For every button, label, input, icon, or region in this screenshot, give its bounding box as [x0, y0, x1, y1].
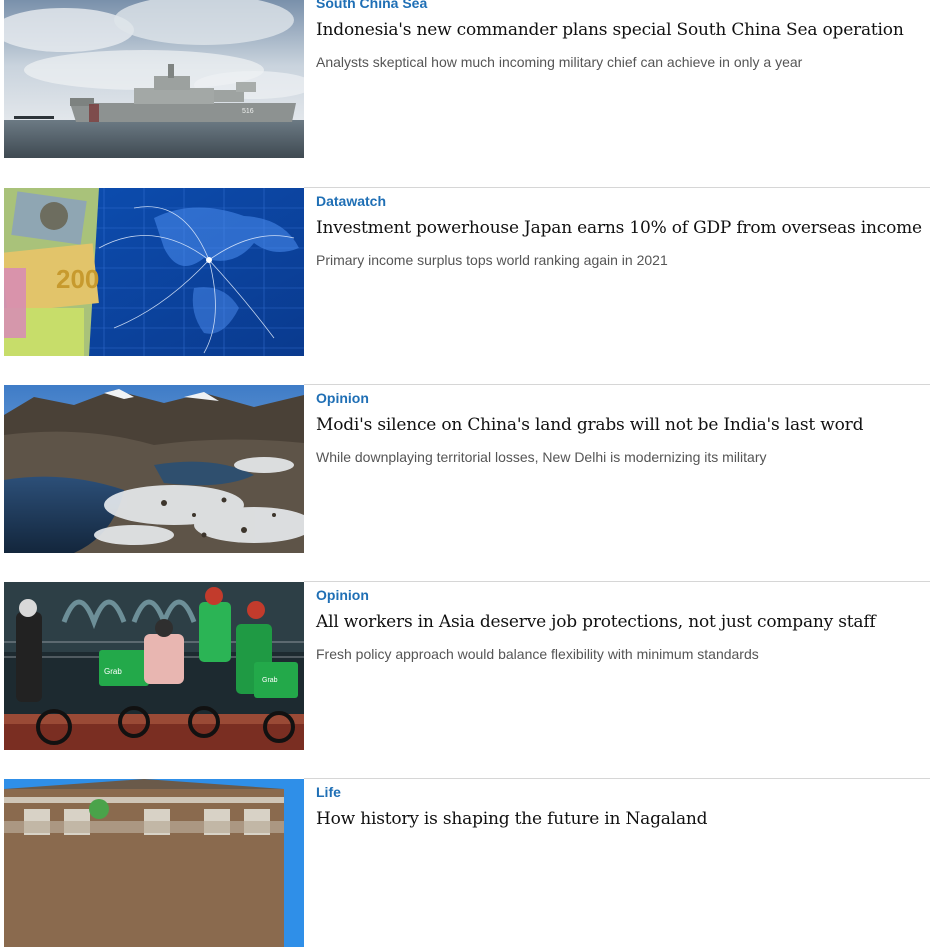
- headline-link[interactable]: Indonesia's new commander plans special …: [316, 19, 930, 41]
- category-link[interactable]: Datawatch: [316, 193, 386, 210]
- category-link[interactable]: Opinion: [316, 587, 369, 604]
- article-card[interactable]: 200 Datawatch Investment powerhouse Japa…: [4, 188, 930, 356]
- article-thumbnail-himalaya[interactable]: [4, 385, 304, 553]
- category-link[interactable]: Life: [316, 784, 341, 801]
- wooden-house-photo: [4, 779, 304, 947]
- himalayan-lake-photo: [4, 385, 304, 553]
- article-thumbnail-nagaland[interactable]: [4, 779, 304, 947]
- article-card[interactable]: 516 South China Sea Indonesia's new comm…: [4, 0, 930, 158]
- article-summary: While downplaying territorial losses, Ne…: [316, 449, 767, 465]
- article-thumbnail-delivery-riders[interactable]: Grab Grab: [4, 582, 304, 750]
- article-summary: Fresh policy approach would balance flex…: [316, 646, 759, 662]
- category-link[interactable]: South China Sea: [316, 0, 427, 12]
- article-thumbnail-currency-map[interactable]: 200: [4, 188, 304, 356]
- article-thumbnail-warship[interactable]: 516: [4, 0, 304, 158]
- headline-link[interactable]: Modi's silence on China's land grabs wil…: [316, 414, 930, 436]
- delivery-riders-photo: Grab Grab: [4, 582, 304, 750]
- article-text: Opinion Modi's silence on China's land g…: [316, 385, 930, 466]
- article-card[interactable]: Grab Grab Opinion All workers in Asia de…: [4, 582, 930, 750]
- headline-link[interactable]: Investment powerhouse Japan earns 10% of…: [316, 217, 930, 239]
- svg-text:200: 200: [56, 264, 99, 294]
- headline-link[interactable]: How history is shaping the future in Nag…: [316, 808, 930, 830]
- article-card[interactable]: Opinion Modi's silence on China's land g…: [4, 385, 930, 553]
- svg-text:Grab: Grab: [104, 667, 122, 676]
- article-text: Opinion All workers in Asia deserve job …: [316, 582, 930, 663]
- headline-link[interactable]: All workers in Asia deserve job protecti…: [316, 611, 930, 633]
- article-text: Datawatch Investment powerhouse Japan ea…: [316, 188, 930, 269]
- svg-text:516: 516: [242, 108, 254, 115]
- currency-and-world-map-photo: 200: [4, 188, 304, 356]
- svg-text:Grab: Grab: [262, 677, 278, 684]
- warship-photo: 516: [4, 0, 304, 158]
- article-text: South China Sea Indonesia's new commande…: [316, 0, 930, 71]
- category-link[interactable]: Opinion: [316, 390, 369, 407]
- article-card[interactable]: Life How history is shaping the future i…: [4, 779, 930, 947]
- article-summary: Primary income surplus tops world rankin…: [316, 252, 668, 268]
- article-summary: Analysts skeptical how much incoming mil…: [316, 54, 803, 70]
